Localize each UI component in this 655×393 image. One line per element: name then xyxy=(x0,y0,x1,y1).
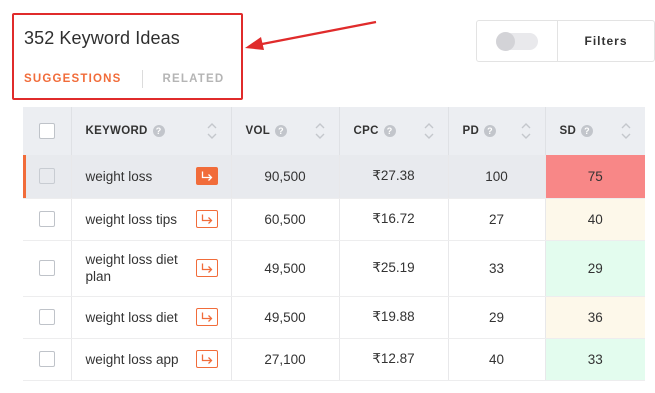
pd-cell: 27 xyxy=(448,198,546,241)
row-checkbox-cell xyxy=(23,240,72,297)
toggle-knob xyxy=(496,31,515,51)
tab-divider xyxy=(141,70,143,88)
keyword-tabs: SUGGESTIONS RELATED xyxy=(24,70,224,88)
sort-icon[interactable] xyxy=(315,122,325,140)
column-header-sd[interactable]: SD ? xyxy=(545,107,645,155)
toggle-container xyxy=(477,21,558,61)
column-label-sd: SD xyxy=(559,125,577,137)
table-row[interactable]: weight loss tips 60,500 ₹16.72 27 40 xyxy=(23,198,645,241)
select-all-checkbox[interactable] xyxy=(38,123,55,139)
keyword-text[interactable]: weight loss tips xyxy=(86,211,178,228)
sd-cell: 29 xyxy=(545,240,645,297)
filters-button[interactable]: Filters xyxy=(558,21,654,61)
table-body: weight loss 90,500 ₹27.38 100 75 weight loss … xyxy=(23,155,645,381)
keyword-cell[interactable]: weight loss app xyxy=(71,338,232,381)
sort-icon[interactable] xyxy=(521,122,531,140)
sort-icon[interactable] xyxy=(621,122,631,140)
toolbar: Filters xyxy=(476,20,655,62)
table-row[interactable]: weight loss 90,500 ₹27.38 100 75 xyxy=(23,155,645,199)
row-checkbox[interactable] xyxy=(38,211,55,228)
row-checkbox[interactable] xyxy=(38,260,55,277)
keyword-text[interactable]: weight loss diet xyxy=(86,309,178,326)
vol-cell: 27,100 xyxy=(231,338,340,381)
sd-cell: 75 xyxy=(545,155,645,199)
help-icon[interactable]: ? xyxy=(275,125,288,137)
help-icon[interactable]: ? xyxy=(383,125,396,137)
keyword-text[interactable]: weight loss xyxy=(86,168,153,185)
keyword-table-container: KEYWORD ? VOL ? CPC ? PD ? SD ? weight l… xyxy=(23,107,645,393)
column-label-keyword: KEYWORD xyxy=(85,125,148,137)
keyword-cell[interactable]: weight loss diet plan xyxy=(71,240,232,297)
pd-cell: 29 xyxy=(448,296,546,339)
cpc-cell: ₹27.38 xyxy=(339,155,449,199)
pd-cell: 33 xyxy=(448,240,546,297)
row-checkbox-cell xyxy=(23,338,72,381)
sort-icon[interactable] xyxy=(424,122,434,140)
vol-cell: 49,500 xyxy=(231,296,340,339)
view-toggle[interactable] xyxy=(496,31,538,51)
row-checkbox-cell xyxy=(23,198,72,241)
sort-icon[interactable] xyxy=(207,122,217,140)
row-checkbox-cell xyxy=(23,155,72,199)
column-header-pd[interactable]: PD ? xyxy=(448,107,546,155)
vol-cell: 90,500 xyxy=(231,155,340,199)
keyword-overview-icon[interactable] xyxy=(195,167,218,186)
select-all-header xyxy=(23,107,72,155)
annotation-highlight-box: 352 Keyword Ideas SUGGESTIONS RELATED xyxy=(12,13,243,100)
annotation-arrow-icon xyxy=(245,20,377,50)
sd-cell: 36 xyxy=(545,296,645,339)
row-checkbox[interactable] xyxy=(38,168,55,185)
table-header-row: KEYWORD ? VOL ? CPC ? PD ? SD ? xyxy=(23,107,645,155)
vol-cell: 49,500 xyxy=(231,240,340,297)
row-checkbox-cell xyxy=(23,296,72,339)
cpc-cell: ₹19.88 xyxy=(339,296,449,339)
pd-cell: 100 xyxy=(448,155,546,199)
column-header-keyword[interactable]: KEYWORD ? xyxy=(71,107,232,155)
cpc-cell: ₹12.87 xyxy=(339,338,449,381)
table-row[interactable]: weight loss diet plan 49,500 ₹25.19 33 29 xyxy=(23,240,645,297)
keyword-overview-icon[interactable] xyxy=(195,210,218,228)
vol-cell: 60,500 xyxy=(231,198,340,241)
keyword-cell[interactable]: weight loss tips xyxy=(71,198,232,241)
table-row[interactable]: weight loss diet 49,500 ₹19.88 29 36 xyxy=(23,296,645,339)
column-header-cpc[interactable]: CPC ? xyxy=(339,107,449,155)
cpc-cell: ₹25.19 xyxy=(339,240,449,297)
help-icon[interactable]: ? xyxy=(152,125,165,137)
cpc-cell: ₹16.72 xyxy=(339,198,449,241)
column-label-vol: VOL xyxy=(245,125,271,137)
keyword-text[interactable]: weight loss diet plan xyxy=(86,251,196,285)
row-checkbox[interactable] xyxy=(38,351,55,368)
page-title: 352 Keyword Ideas xyxy=(24,28,180,48)
keyword-overview-icon[interactable] xyxy=(195,308,218,326)
column-label-pd: PD xyxy=(462,125,480,137)
row-checkbox[interactable] xyxy=(38,309,55,326)
keyword-overview-icon[interactable] xyxy=(195,259,218,277)
sd-cell: 40 xyxy=(545,198,645,241)
pd-cell: 40 xyxy=(448,338,546,381)
tab-related[interactable]: RELATED xyxy=(163,73,225,85)
column-header-vol[interactable]: VOL ? xyxy=(231,107,340,155)
tab-suggestions[interactable]: SUGGESTIONS xyxy=(24,73,122,85)
sd-cell: 33 xyxy=(545,338,645,381)
keyword-table: KEYWORD ? VOL ? CPC ? PD ? SD ? weight l… xyxy=(23,107,645,381)
keyword-overview-icon[interactable] xyxy=(195,350,218,368)
keyword-text[interactable]: weight loss app xyxy=(86,351,179,368)
help-icon[interactable]: ? xyxy=(581,125,594,137)
keyword-cell[interactable]: weight loss diet xyxy=(71,296,232,339)
table-row[interactable]: weight loss app 27,100 ₹12.87 40 33 xyxy=(23,338,645,381)
keyword-cell[interactable]: weight loss xyxy=(71,155,232,199)
help-icon[interactable]: ? xyxy=(484,125,497,137)
column-label-cpc: CPC xyxy=(353,125,379,137)
